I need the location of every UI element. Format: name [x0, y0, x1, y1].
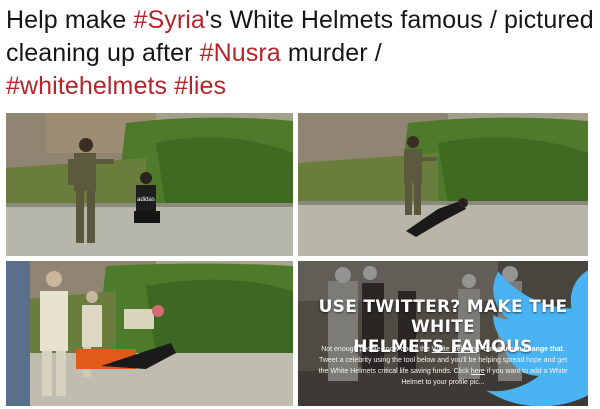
hashtag-whitehelmets-link[interactable]: #whitehelmets: [6, 72, 167, 100]
promo-body-text: Not enough people know about the: [321, 346, 432, 353]
promo-body: Not enough people know about the White H…: [316, 344, 570, 388]
promo-headline-line1: USE TWITTER? MAKE THE WHITE: [318, 297, 568, 337]
click-here-link[interactable]: here: [471, 368, 485, 375]
photo-3-image: [6, 261, 293, 406]
promo-body-text: - but: [477, 346, 496, 353]
media-grid: adidas USE TWITTER? MAKE THE WHITE HELME…: [6, 113, 596, 406]
photo-4-promo[interactable]: USE TWITTER? MAKE THE WHITE HELMETS FAMO…: [298, 261, 588, 406]
hashtag-nusra-link[interactable]: #Nusra: [200, 39, 281, 67]
photo-2-image: [298, 113, 588, 256]
tweet-text-segment: Help make: [6, 6, 134, 34]
photo-3[interactable]: [6, 261, 293, 406]
photo-1-image: adidas: [6, 113, 293, 256]
photo-1[interactable]: adidas: [6, 113, 293, 256]
adidas-shirt-text: adidas: [137, 197, 155, 203]
white-helmets-link[interactable]: White Helmets: [432, 346, 478, 353]
promo-body-bold: you can change that: [495, 346, 563, 353]
hashtag-lies-link[interactable]: #lies: [174, 72, 226, 100]
hashtag-syria-link[interactable]: #Syria: [133, 6, 204, 34]
tweet-text: Help make #Syria's White Helmets famous …: [6, 4, 596, 103]
photo-2[interactable]: [298, 113, 588, 256]
tweet-text-segment: murder /: [280, 39, 382, 67]
